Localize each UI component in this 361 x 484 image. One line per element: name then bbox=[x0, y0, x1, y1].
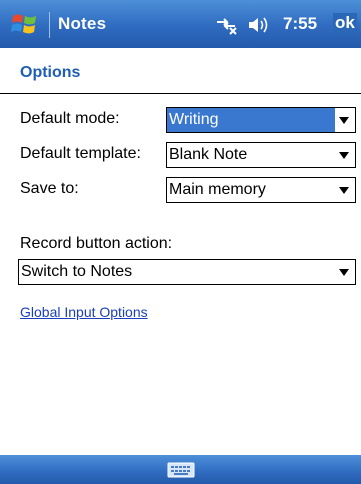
ok-button[interactable]: ok bbox=[333, 13, 357, 33]
menu-bar bbox=[0, 455, 361, 484]
page-title: Options bbox=[20, 64, 81, 81]
header-divider bbox=[0, 93, 361, 94]
record-button-action-dropdown[interactable]: Switch to Notes bbox=[18, 259, 356, 285]
record-button-action-value: Switch to Notes bbox=[21, 263, 133, 280]
default-template-label: Default template: bbox=[20, 145, 141, 162]
keyboard-icon[interactable] bbox=[166, 460, 196, 480]
record-button-action-label: Record button action: bbox=[20, 235, 173, 252]
speaker-icon[interactable] bbox=[246, 15, 276, 35]
title-bar: Notes 7:55 ok bbox=[0, 0, 361, 48]
chevron-down-icon bbox=[339, 187, 349, 194]
default-template-value: Blank Note bbox=[169, 146, 248, 163]
connectivity-icon[interactable] bbox=[213, 15, 243, 35]
app-title: Notes bbox=[58, 14, 107, 33]
default-template-dropdown[interactable]: Blank Note bbox=[166, 142, 356, 168]
chevron-down-icon bbox=[339, 117, 349, 124]
default-mode-value: Writing bbox=[169, 111, 219, 128]
save-to-label: Save to: bbox=[20, 180, 79, 197]
chevron-down-icon bbox=[339, 269, 349, 276]
default-mode-label: Default mode: bbox=[20, 110, 120, 127]
default-mode-dropdown[interactable]: Writing bbox=[166, 107, 356, 133]
clock[interactable]: 7:55 bbox=[283, 14, 317, 34]
pocket-pc-screen: Notes 7:55 ok Options Default mode: Writ… bbox=[0, 0, 361, 484]
save-to-value: Main memory bbox=[169, 181, 266, 198]
save-to-dropdown[interactable]: Main memory bbox=[166, 177, 356, 203]
chevron-down-icon bbox=[339, 152, 349, 159]
title-separator bbox=[49, 12, 50, 38]
global-input-options-link[interactable]: Global Input Options bbox=[20, 304, 148, 320]
windows-flag-icon[interactable] bbox=[10, 12, 38, 36]
